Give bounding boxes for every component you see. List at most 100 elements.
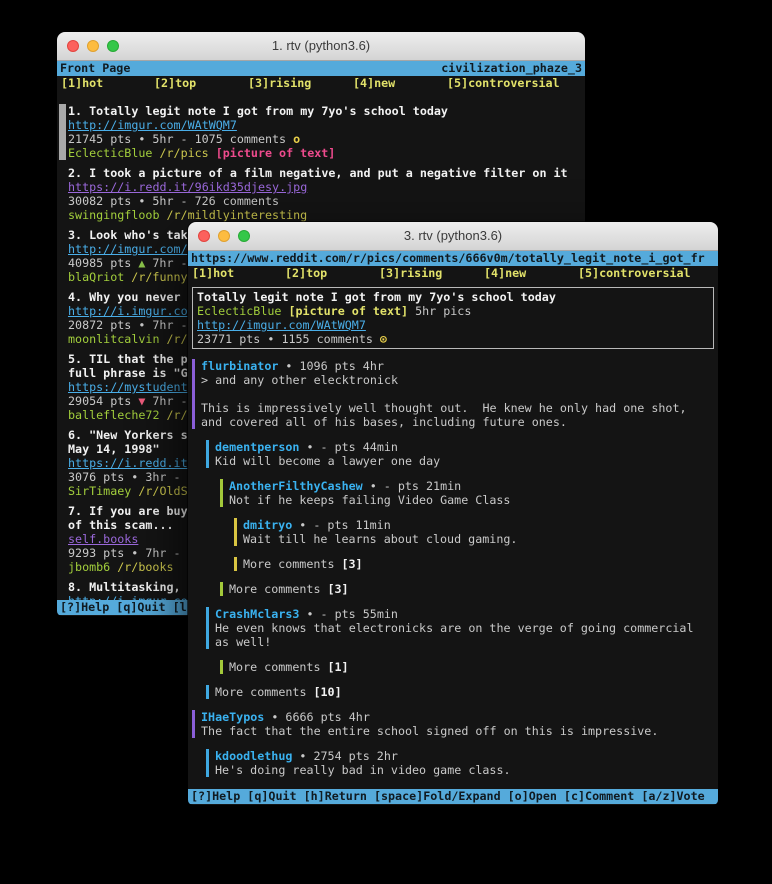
comment-author[interactable]: CrashMclars3 [215,607,299,621]
post-subreddit[interactable]: /r/ [166,332,187,346]
comment-item[interactable]: CrashMclars3• - pts 55minHe even knows t… [206,607,716,649]
post-title[interactable]: 1. Totally legit note I got from my 7yo'… [68,104,583,118]
more-comments-item[interactable]: More comments[1] [220,660,716,674]
comment-header[interactable]: IHaeTypos • 6666 pts 4hr [201,710,716,724]
more-comments-row[interactable]: More comments [10] [215,685,716,699]
more-comments-count: [3] [341,557,362,571]
window-title: 1. rtv (python3.6) [57,38,585,53]
comment-author[interactable]: kdoodlethug [215,749,292,763]
more-comments-count: [3] [327,582,348,596]
more-comments-count: [10] [313,685,341,699]
post-subreddit[interactable]: /r/OldS [138,484,187,498]
tab-4new[interactable]: [4]new [353,76,395,90]
tab-5controversial[interactable]: [5]controversial [447,76,560,90]
post-subreddit[interactable]: /r/mildlyinteresting [166,208,307,222]
comment-header[interactable]: kdoodlethug • 2754 pts 2hr [215,749,716,763]
more-comments-row[interactable]: More comments [3] [243,557,716,571]
post-subreddit[interactable]: /r/books [117,560,173,574]
post-subreddit[interactable]: /r/ [166,408,187,422]
comment-meta: • - pts 11min [299,518,390,532]
comment-meta: • 2754 pts 2hr [299,749,398,763]
comment-header[interactable]: flurbinator • 1096 pts 4hr [201,359,716,373]
page-title: Front Page [60,61,130,76]
more-comments-label: More comments [215,685,306,699]
comment-meta: • 1096 pts 4hr [285,359,384,373]
post-summary-box[interactable]: Totally legit note I got from my 7yo's s… [192,287,714,349]
comment-item[interactable]: kdoodlethug• 2754 pts 2hrHe's doing real… [206,749,716,777]
more-comments-label: More comments [229,582,320,596]
gold-award-icon: o [293,132,300,146]
post-url[interactable]: http://i.imgur.co [68,304,188,318]
tab-3rising[interactable]: [3]rising [248,76,311,90]
post-author[interactable]: jbomb6 [68,560,110,574]
tab-2top[interactable]: [2]top [285,266,327,280]
post-author[interactable]: EclecticBlue [197,304,281,318]
comment-item[interactable]: AnotherFilthyCashew• - pts 21minNot if h… [220,479,716,507]
more-comments-item[interactable]: More comments [10] [206,685,716,699]
post-author[interactable]: ballefleche72 [68,408,159,422]
tab-5controversial[interactable]: [5]controversial [578,266,691,280]
post-author[interactable]: SirTimaey [68,484,131,498]
post-subreddit[interactable]: /r/funny [131,270,187,284]
post-url[interactable]: https://i.redd.it/96ikd35djesy.jpg [68,180,307,194]
post-byline: EclecticBlue[picture of text]5hr pics [197,304,709,318]
post-author[interactable]: EclecticBlue [68,146,152,160]
post-url[interactable]: http://imgur.com/WAtWQM7 [197,318,366,332]
post-url[interactable]: https://mystudent [68,380,188,394]
post-url[interactable]: https://i.redd.it [68,456,188,470]
comment-body-line: Wait till he learns about cloud gaming. [243,532,716,546]
post-author[interactable]: blaQriot [68,270,124,284]
comment-header[interactable]: AnotherFilthyCashew• - pts 21min [229,479,716,493]
post-url[interactable]: http://imgur.com/ [68,242,188,256]
comment-body-line: and covered all of his bases, including … [201,415,716,429]
comment-header[interactable]: dementperson• - pts 44min [215,440,716,454]
tab-2top[interactable]: [2]top [154,76,196,90]
post-subreddit[interactable]: /r/pics [159,146,208,160]
bullet-separator: • [138,194,145,208]
comment-body-line: as well! [215,635,716,649]
post-author[interactable]: moonlitcalvin [68,332,159,346]
comment-meta: • 6666 pts 4hr [271,710,370,724]
back-titlebar[interactable]: 1. rtv (python3.6) [57,32,585,61]
more-comments-item[interactable]: More comments [3] [234,557,716,571]
comment-item[interactable]: flurbinator • 1096 pts 4hr> and any other… [192,359,716,429]
comment-header[interactable]: CrashMclars3• - pts 55min [215,607,716,621]
post-url-row: https://i.redd.it/96ikd35djesy.jpg [68,180,583,194]
more-comments-item[interactable]: More comments [3] [220,582,716,596]
front-titlebar[interactable]: 3. rtv (python3.6) [188,222,718,251]
comment-author[interactable]: IHaeTypos [201,710,264,724]
post-points-row: 30082 pts•5hr - 726 comments [68,194,583,208]
post-url[interactable]: http://imgur.com/WAtWQM7 [68,118,237,132]
comment-body-line: > and any other elecktronick [201,373,716,387]
tab-1hot[interactable]: [1]hot [61,76,103,90]
post-points-row: 23771 pts • 1155 comments⊙ [197,332,709,346]
post-author[interactable]: swingingfloob [68,208,159,222]
bullet-separator: • [138,132,145,146]
downvote-arrow-icon: ▼ [138,394,145,408]
post-points: 40985 pts [68,256,131,270]
more-comments-row[interactable]: More comments [3] [229,582,716,596]
comment-author[interactable]: dmitryo [243,518,292,532]
post-url-row: http://imgur.com/WAtWQM7 [197,318,709,332]
post-title[interactable]: 2. I took a picture of a film negative, … [68,166,583,180]
tab-3rising[interactable]: [3]rising [379,266,442,280]
front-status-bar: [?]Help [q]Quit [h]Return [space]Fold/Ex… [188,789,718,804]
comment-body-line: Kid will become a lawyer one day [215,454,716,468]
comment-item[interactable]: dmitryo • - pts 11minWait till he learns … [234,518,716,546]
post-url[interactable]: self.books [68,532,138,546]
post-points: 3076 pts [68,470,124,484]
post-item: 2. I took a picture of a film negative, … [68,166,583,222]
comment-author[interactable]: flurbinator [201,359,278,373]
post-age-comments: 7hr - [152,318,187,332]
more-comments-label: More comments [243,557,334,571]
comment-header[interactable]: dmitryo • - pts 11min [243,518,716,532]
comment-author[interactable]: AnotherFilthyCashew [229,479,363,493]
post-title: Totally legit note I got from my 7yo's s… [197,290,709,304]
tab-1hot[interactable]: [1]hot [192,266,234,280]
comment-item[interactable]: dementperson• - pts 44minKid will become… [206,440,716,468]
comment-item[interactable]: IHaeTypos• 6666 pts 4hrThe fact that the… [192,710,716,738]
tab-4new[interactable]: [4]new [484,266,526,280]
front-sort-tabs: [1]hot [2]top [3]rising [4]new [5]controvers… [190,266,716,280]
comment-author[interactable]: dementperson [215,440,299,454]
more-comments-row[interactable]: More comments[1] [229,660,716,674]
